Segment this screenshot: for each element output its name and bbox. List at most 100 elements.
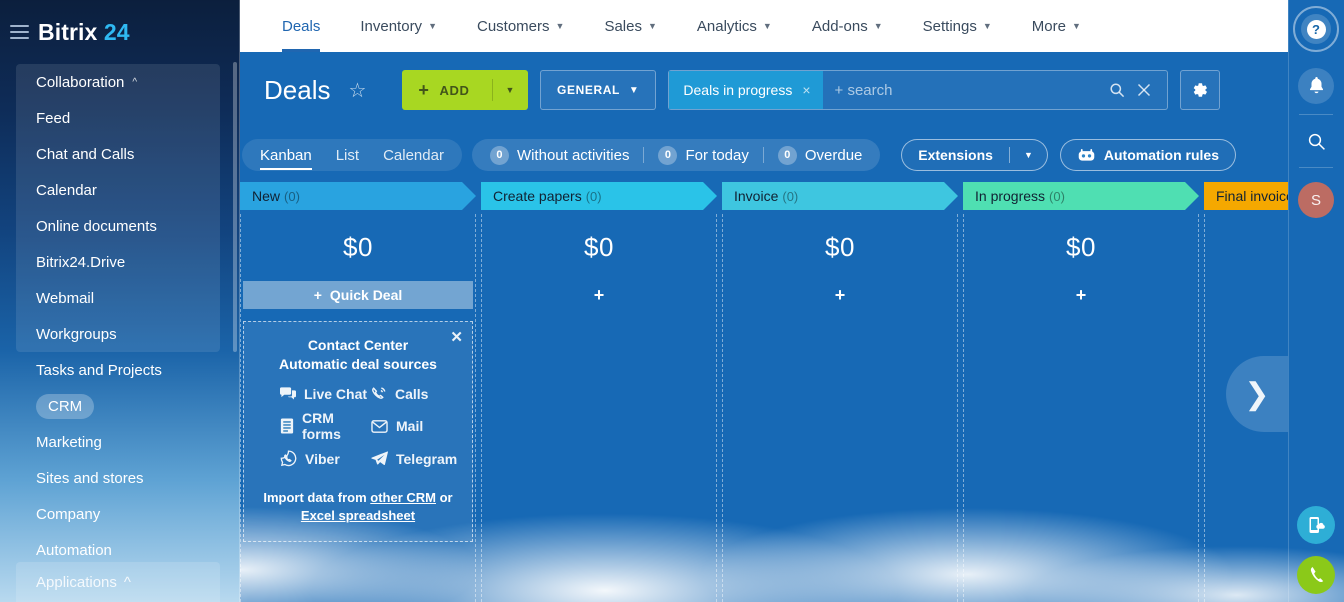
pipeline-selector-button[interactable]: GENERAL ▼ xyxy=(540,70,657,110)
sidebar-item-collaboration[interactable]: Collaboration ^ xyxy=(16,64,220,100)
column-header[interactable]: Invoice (0) xyxy=(722,182,958,210)
avatar[interactable]: S xyxy=(1298,182,1334,218)
phone-icon xyxy=(1307,566,1326,585)
tab-label: Customers xyxy=(476,17,550,35)
close-icon[interactable]: × xyxy=(802,82,810,98)
sidebar-item-tasks-and-projects[interactable]: Tasks and Projects xyxy=(0,352,240,388)
extensions-button[interactable]: Extensions ▼ xyxy=(901,139,1048,171)
promo-link-telegram[interactable]: Telegram xyxy=(371,450,458,467)
sidebar-item-bitrix24-drive[interactable]: Bitrix24.Drive xyxy=(16,244,220,280)
call-button[interactable] xyxy=(1297,556,1335,594)
right-rail: ? S xyxy=(1288,0,1344,602)
sidebar-item-applications[interactable]: Applications ^ xyxy=(16,562,220,602)
search-icon[interactable] xyxy=(1109,82,1125,98)
column-body: $0 + xyxy=(963,214,1199,602)
automation-rules-button[interactable]: Automation rules xyxy=(1059,139,1236,171)
floating-action-buttons xyxy=(1288,506,1344,594)
divider xyxy=(1299,167,1333,168)
promo-link-crm-forms[interactable]: CRM forms xyxy=(280,410,367,442)
column-header[interactable]: Create papers (0) xyxy=(481,182,717,210)
add-deal-in-column-button[interactable]: + xyxy=(723,285,957,306)
sidebar-item-sites-and-stores[interactable]: Sites and stores xyxy=(0,460,240,496)
promo-link-label: Mail xyxy=(396,418,424,434)
rail-search-button[interactable] xyxy=(1298,125,1334,157)
tab-deals[interactable]: Deals xyxy=(262,0,340,52)
brand-name: Bitrix xyxy=(38,18,98,45)
column-total: $0 xyxy=(1066,232,1096,262)
column-header[interactable]: Final invoice xyxy=(1204,182,1288,210)
sidebar-nav: Collaboration ^ Feed Chat and Calls Cale… xyxy=(0,64,240,568)
close-icon[interactable] xyxy=(1137,83,1151,97)
column-header[interactable]: New (0) xyxy=(240,182,476,210)
sidebar-item-feed[interactable]: Feed xyxy=(16,100,220,136)
tab-add-ons[interactable]: Add-ons ▼ xyxy=(792,0,903,52)
tab-label: More xyxy=(1031,17,1066,35)
tab-label: List xyxy=(335,146,360,164)
add-deal-main[interactable]: + ADD xyxy=(402,80,491,101)
sidebar-item-calendar[interactable]: Calendar xyxy=(16,172,220,208)
search-input[interactable]: + search xyxy=(823,82,1110,99)
tab-customers[interactable]: Customers ▼ xyxy=(457,0,584,52)
promo-link-calls[interactable]: Calls xyxy=(371,386,458,402)
promo-link-mail[interactable]: Mail xyxy=(371,410,458,442)
sidebar-item-webmail[interactable]: Webmail xyxy=(16,280,220,316)
sidebar-item-crm[interactable]: CRM xyxy=(0,388,240,424)
add-deal-button[interactable]: + ADD ▼ xyxy=(402,70,529,110)
brand-logo[interactable]: Bitrix 24 xyxy=(38,19,130,46)
tab-sales[interactable]: Sales ▼ xyxy=(584,0,676,52)
counter-overdue[interactable]: 0 Overdue xyxy=(777,145,862,165)
tab-kanban[interactable]: Kanban xyxy=(260,147,312,170)
promo-title: Contact Center xyxy=(307,337,409,353)
tab-label: Calendar xyxy=(383,146,444,164)
sidebar-item-online-documents[interactable]: Online documents xyxy=(16,208,220,244)
page-toolbar: Deals ☆ + ADD ▼ GENERAL ▼ Deals in progr… xyxy=(240,52,1288,128)
close-icon[interactable]: ✕ xyxy=(450,328,463,346)
sidebar-item-workgroups[interactable]: Workgroups xyxy=(16,316,220,352)
counter-for-today[interactable]: 0 For today xyxy=(658,145,749,165)
filter-search-bar[interactable]: Deals in progress × + search xyxy=(668,70,1169,110)
sidebar-item-company[interactable]: Company xyxy=(0,496,240,532)
tab-more[interactable]: More ▼ xyxy=(1012,0,1101,52)
search-actions xyxy=(1109,82,1161,98)
tab-label: Inventory xyxy=(360,17,423,35)
help-button[interactable]: ? xyxy=(1293,6,1339,52)
tab-settings[interactable]: Settings ▼ xyxy=(903,0,1012,52)
promo-link-label: Telegram xyxy=(396,450,458,467)
column-name: In progress xyxy=(975,188,1046,204)
kanban-column-in-progress: In progress (0) $0 + xyxy=(963,182,1199,602)
sidebar-item-marketing[interactable]: Marketing xyxy=(0,424,240,460)
chevron-down-icon: ▼ xyxy=(555,21,565,31)
promo-link-viber[interactable]: Viber xyxy=(280,450,367,467)
sidebar-item-label: Sites and stores xyxy=(36,469,144,487)
sidebar-item-label: Marketing xyxy=(36,433,102,451)
tab-analytics[interactable]: Analytics ▼ xyxy=(677,0,792,52)
promo-link-live-chat[interactable]: Live Chat xyxy=(280,386,367,402)
promo-link-excel-spreadsheet[interactable]: Excel spreadsheet xyxy=(301,508,415,523)
chevron-down-icon[interactable]: ▼ xyxy=(1010,150,1047,160)
quick-deal-button[interactable]: + Quick Deal xyxy=(243,281,473,309)
sidebar-item-chat-and-calls[interactable]: Chat and Calls xyxy=(16,136,220,172)
sidebar-item-label: Applications xyxy=(36,573,117,591)
column-header[interactable]: In progress (0) xyxy=(963,182,1199,210)
tab-inventory[interactable]: Inventory ▼ xyxy=(340,0,457,52)
column-name: Create papers xyxy=(493,188,582,204)
add-deal-in-column-button[interactable]: + xyxy=(964,285,1198,306)
filter-settings-button[interactable] xyxy=(1180,70,1221,110)
counter-without-activities[interactable]: 0 Without activities xyxy=(489,145,629,165)
tab-calendar[interactable]: Calendar xyxy=(383,147,444,164)
help-glyph: ? xyxy=(1306,19,1326,39)
divider xyxy=(643,147,645,163)
favorite-star-icon[interactable]: ☆ xyxy=(348,78,366,103)
chevron-down-icon[interactable]: ▼ xyxy=(493,85,529,95)
sidebar-scrollbar[interactable] xyxy=(233,62,237,352)
quick-deal-label: Quick Deal xyxy=(329,287,403,303)
hamburger-icon[interactable] xyxy=(10,25,29,39)
page-title: Deals xyxy=(264,74,331,105)
filter-chip-deals-in-progress[interactable]: Deals in progress × xyxy=(669,71,823,109)
notifications-button[interactable] xyxy=(1298,68,1334,104)
tab-list[interactable]: List xyxy=(336,147,359,164)
add-deal-in-column-button[interactable]: + xyxy=(482,285,716,306)
mobile-app-button[interactable] xyxy=(1297,506,1335,544)
sidebar-group-collaboration: Collaboration ^ Feed Chat and Calls Cale… xyxy=(16,64,220,352)
promo-link-other-crm[interactable]: other CRM xyxy=(370,490,436,505)
